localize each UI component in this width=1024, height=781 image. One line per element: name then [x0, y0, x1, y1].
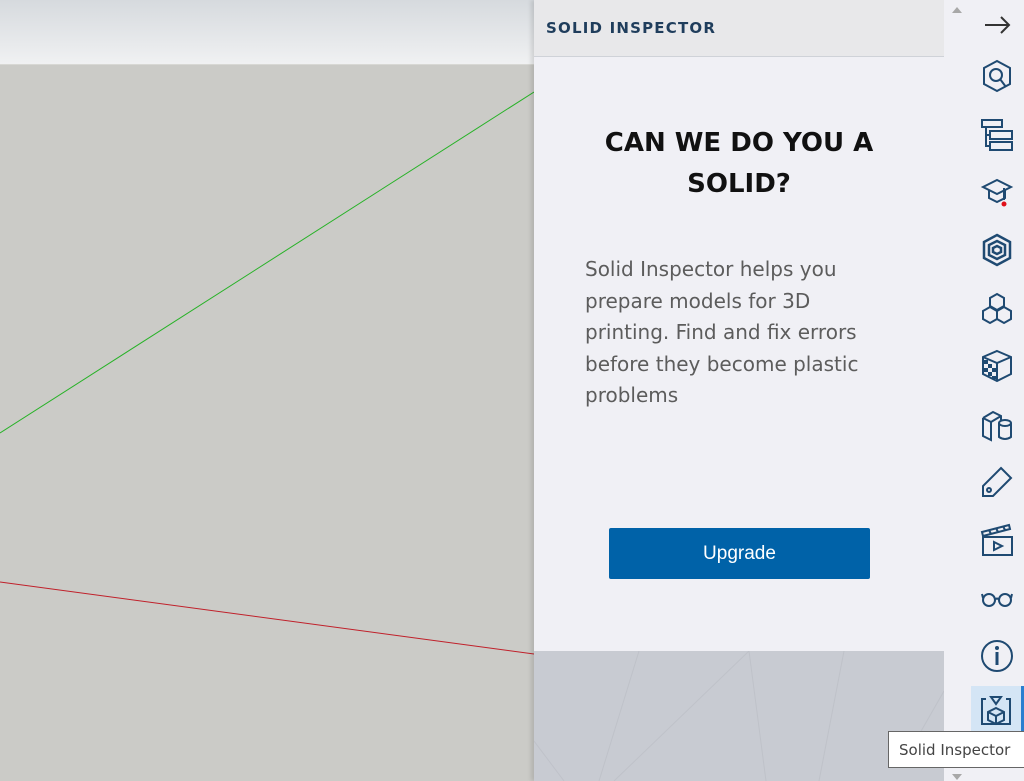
- panel-footer-decoration: [534, 651, 944, 781]
- material-cube-icon: [982, 349, 1012, 383]
- rail-outliner-button[interactable]: [974, 111, 1020, 157]
- tooltip-text: Solid Inspector: [899, 740, 1011, 759]
- panel-header: SOLID INSPECTOR: [534, 0, 944, 57]
- top-toolbar: [0, 0, 534, 65]
- outliner-icon: [981, 119, 1013, 151]
- 3d-viewport[interactable]: [0, 65, 534, 781]
- rail-entity-info-button[interactable]: [974, 53, 1020, 99]
- cubes-icon: [982, 292, 1012, 325]
- polygon-pattern: [534, 651, 944, 781]
- rail-display-button[interactable]: [974, 575, 1020, 621]
- glasses-icon: [981, 593, 1013, 607]
- scroll-down-arrow[interactable]: [952, 774, 962, 780]
- rail-scenes-button[interactable]: [974, 517, 1020, 563]
- upgrade-button[interactable]: Upgrade: [609, 528, 870, 579]
- solid-inspector-panel: SOLID INSPECTOR CAN WE DO YOU A SOLID? S…: [534, 0, 944, 781]
- rail-info-button[interactable]: [974, 633, 1020, 679]
- rail-tags-button[interactable]: [974, 459, 1020, 505]
- rail-materials-button[interactable]: [974, 343, 1020, 389]
- green-axis-line: [0, 91, 534, 434]
- arrow-right-icon: [985, 16, 1011, 34]
- info-icon: [981, 640, 1013, 672]
- box-cylinder-icon: [982, 410, 1012, 442]
- solid-inspector-icon: [981, 696, 1011, 726]
- promo-description: Solid Inspector helps you prepare models…: [585, 257, 859, 407]
- promo-heading-line2: SOLID?: [687, 169, 791, 199]
- panel-body: CAN WE DO YOU A SOLID? Solid Inspector h…: [534, 57, 944, 652]
- red-axis-line: [0, 581, 534, 655]
- rail-materials-tags-button[interactable]: [974, 285, 1020, 331]
- rail-solid-inspector-button[interactable]: [971, 686, 1024, 732]
- rail-instructor-button[interactable]: [974, 169, 1020, 215]
- tag-icon: [982, 466, 1013, 497]
- promo-heading-line1: CAN WE DO YOU A: [604, 128, 874, 158]
- cube-search-icon: [983, 59, 1011, 93]
- tray-icon-rail: [944, 0, 1024, 781]
- scroll-up-arrow[interactable]: [952, 7, 962, 13]
- rail-collapse-button[interactable]: [974, 0, 1020, 46]
- graduation-cap-icon: [980, 178, 1014, 207]
- panel-title: SOLID INSPECTOR: [546, 19, 717, 37]
- component-icon: [982, 233, 1012, 267]
- rail-styles-button[interactable]: [974, 401, 1020, 447]
- tooltip: Solid Inspector: [888, 731, 1024, 768]
- rail-components-button[interactable]: [974, 227, 1020, 273]
- clapperboard-icon: [980, 523, 1013, 556]
- promo-heading: CAN WE DO YOU A SOLID?: [534, 123, 944, 205]
- axes: [0, 91, 534, 655]
